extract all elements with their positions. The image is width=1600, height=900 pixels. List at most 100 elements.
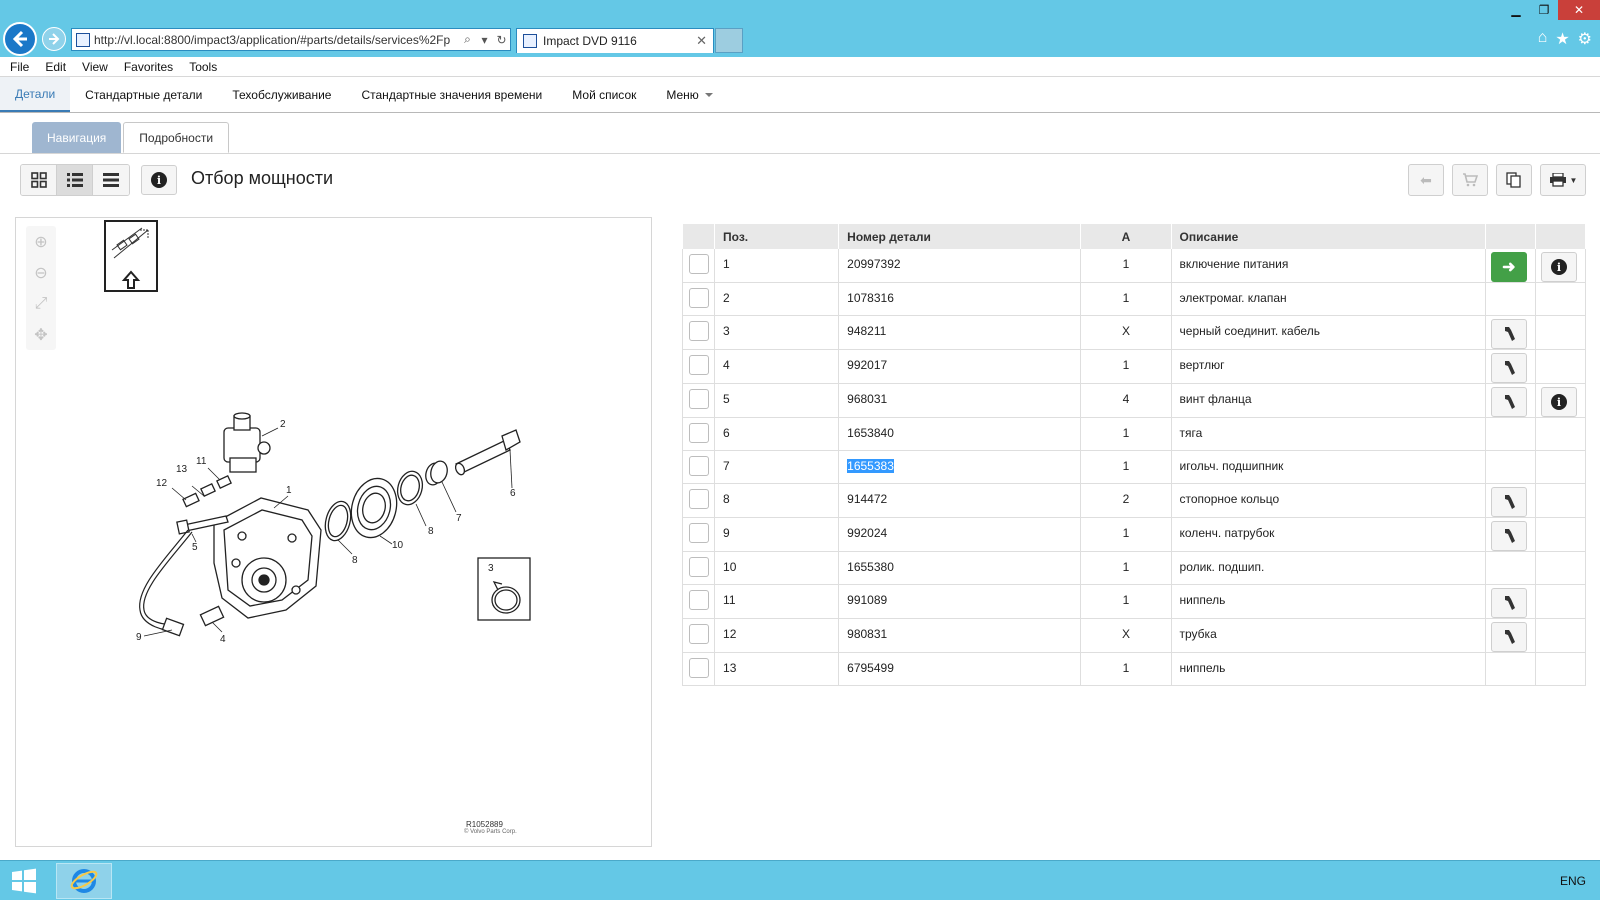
row-info-button[interactable]: i [1540, 252, 1577, 282]
part-number-text[interactable]: 6795499 [847, 661, 894, 675]
row-checkbox[interactable] [689, 355, 709, 375]
table-row[interactable]: 10 1655380 1 ролик. подшип. [681, 551, 1587, 585]
table-row[interactable]: 2 1078316 1 электромаг. клапан [681, 282, 1587, 316]
back-arrow-button[interactable]: ⬅ [1408, 164, 1444, 196]
tool-button[interactable] [1490, 353, 1527, 383]
row-checkbox[interactable] [689, 523, 709, 543]
close-window-button[interactable]: ✕ [1558, 0, 1600, 20]
nav-standard-parts[interactable]: Стандартные детали [70, 77, 217, 112]
table-view-button[interactable] [93, 165, 129, 195]
tool-button[interactable] [1490, 319, 1527, 349]
refresh-icon[interactable]: ↻ [493, 33, 510, 47]
table-row[interactable]: 9 992024 1 коленч. патрубок [681, 517, 1587, 552]
close-tab-icon[interactable]: ✕ [696, 33, 707, 49]
part-number-text[interactable]: 1655380 [847, 560, 894, 574]
favorites-star-icon[interactable]: ★ [1555, 29, 1569, 49]
nav-my-list[interactable]: Мой список [557, 77, 651, 112]
callout-7[interactable]: 7 [456, 513, 462, 524]
callout-6[interactable]: 6 [510, 488, 516, 499]
part-number-text[interactable]: 914472 [847, 492, 887, 506]
header-part-number[interactable]: Номер детали [838, 224, 1082, 249]
part-number-text[interactable]: 980831 [847, 627, 887, 641]
menu-view[interactable]: View [82, 60, 108, 74]
browser-tab[interactable]: Impact DVD 9116 ✕ [516, 28, 714, 53]
cell-part-number[interactable]: 1655380 [838, 551, 1082, 585]
table-row[interactable]: 13 6795499 1 ниппель [681, 652, 1587, 686]
start-button[interactable] [0, 861, 48, 900]
address-bar[interactable]: http://vl.local:8800/impact3/application… [71, 28, 511, 51]
part-number-text[interactable]: 1653840 [847, 426, 894, 440]
info-button[interactable]: i [141, 165, 177, 195]
cell-part-number[interactable]: 914472 [838, 483, 1082, 518]
cell-part-number[interactable]: 1653840 [838, 417, 1082, 451]
table-row[interactable]: 7 1655383 1 игольч. подшипник [681, 450, 1587, 484]
cell-part-number[interactable]: 1078316 [838, 282, 1082, 316]
header-pos[interactable]: Поз. [714, 224, 840, 249]
table-row[interactable]: 4 992017 1 вертлюг [681, 349, 1587, 384]
row-checkbox[interactable] [689, 658, 709, 678]
tool-button[interactable] [1490, 487, 1527, 517]
callout-10[interactable]: 10 [392, 540, 404, 551]
part-number-text[interactable]: 992024 [847, 526, 887, 540]
menu-edit[interactable]: Edit [45, 60, 66, 74]
nav-menu[interactable]: Меню [651, 77, 727, 112]
part-number-text[interactable]: 20997392 [847, 257, 900, 271]
tool-button[interactable] [1490, 622, 1527, 652]
callout-8a[interactable]: 8 [352, 555, 358, 566]
parts-diagram-panel[interactable]: ⊕ ⊖ ⤢ ✥ 2 1 3 4 5 6 7 8 8 9 10 11 12 13 … [15, 217, 652, 847]
language-indicator[interactable]: ENG [1560, 874, 1586, 888]
cell-part-number[interactable]: 1655383 [838, 450, 1082, 484]
callout-11[interactable]: 11 [196, 456, 207, 467]
back-button[interactable] [3, 22, 37, 56]
callout-2[interactable]: 2 [280, 419, 286, 430]
part-number-text[interactable]: 1655383 [847, 459, 894, 473]
table-row[interactable]: 8 914472 2 стопорное кольцо [681, 483, 1587, 518]
menu-file[interactable]: File [10, 60, 29, 74]
table-row[interactable]: 5 968031 4 винт фланца i [681, 383, 1587, 418]
print-button[interactable]: ▼ [1540, 164, 1586, 196]
part-number-text[interactable]: 991089 [847, 593, 887, 607]
part-number-text[interactable]: 948211 [847, 324, 886, 338]
minimize-button[interactable]: ▁ [1502, 0, 1530, 20]
row-checkbox[interactable] [689, 456, 709, 476]
forward-button[interactable] [42, 27, 66, 51]
cell-part-number[interactable]: 980831 [838, 618, 1082, 653]
part-number-text[interactable]: 968031 [847, 392, 887, 406]
table-row[interactable]: 6 1653840 1 тяга [681, 417, 1587, 451]
tool-button[interactable] [1490, 521, 1527, 551]
copy-button[interactable] [1496, 164, 1532, 196]
row-info-button[interactable]: i [1540, 387, 1577, 417]
callout-1[interactable]: 1 [286, 485, 292, 496]
home-icon[interactable]: ⌂ [1538, 29, 1548, 49]
row-checkbox[interactable] [689, 321, 709, 341]
callout-3[interactable]: 3 [488, 563, 494, 574]
row-checkbox[interactable] [689, 590, 709, 610]
callout-12[interactable]: 12 [156, 478, 168, 489]
tab-navigation[interactable]: Навигация [32, 122, 122, 153]
row-checkbox[interactable] [689, 624, 709, 644]
menu-favorites[interactable]: Favorites [124, 60, 173, 74]
cell-part-number[interactable]: 992017 [838, 349, 1082, 384]
cart-button[interactable] [1452, 164, 1488, 196]
callout-13[interactable]: 13 [176, 464, 188, 475]
cell-part-number[interactable]: 992024 [838, 517, 1082, 552]
row-checkbox[interactable] [689, 489, 709, 509]
nav-parts[interactable]: Детали [0, 77, 71, 112]
table-row[interactable]: 3 948211 Xчерный соединит. кабель [681, 315, 1587, 350]
cell-part-number[interactable]: 6795499 [838, 652, 1082, 686]
tool-button[interactable] [1490, 387, 1527, 417]
dropdown-icon[interactable]: ▾ [476, 33, 493, 47]
table-row[interactable]: 11 991089 1 ниппель [681, 584, 1587, 619]
restore-button[interactable]: ❐ [1530, 0, 1558, 20]
callout-9[interactable]: 9 [136, 632, 142, 643]
callout-8b[interactable]: 8 [428, 526, 434, 537]
cell-part-number[interactable]: 991089 [838, 584, 1082, 619]
new-tab-button[interactable] [715, 28, 743, 53]
taskbar-ie-button[interactable] [56, 863, 112, 899]
search-icon[interactable]: ⌕ [459, 32, 476, 47]
callout-4[interactable]: 4 [220, 634, 226, 645]
nav-standard-times[interactable]: Стандартные значения времени [346, 77, 557, 112]
tool-button[interactable] [1490, 588, 1527, 618]
cell-part-number[interactable]: 948211 [838, 315, 1082, 350]
row-checkbox[interactable] [689, 389, 709, 409]
